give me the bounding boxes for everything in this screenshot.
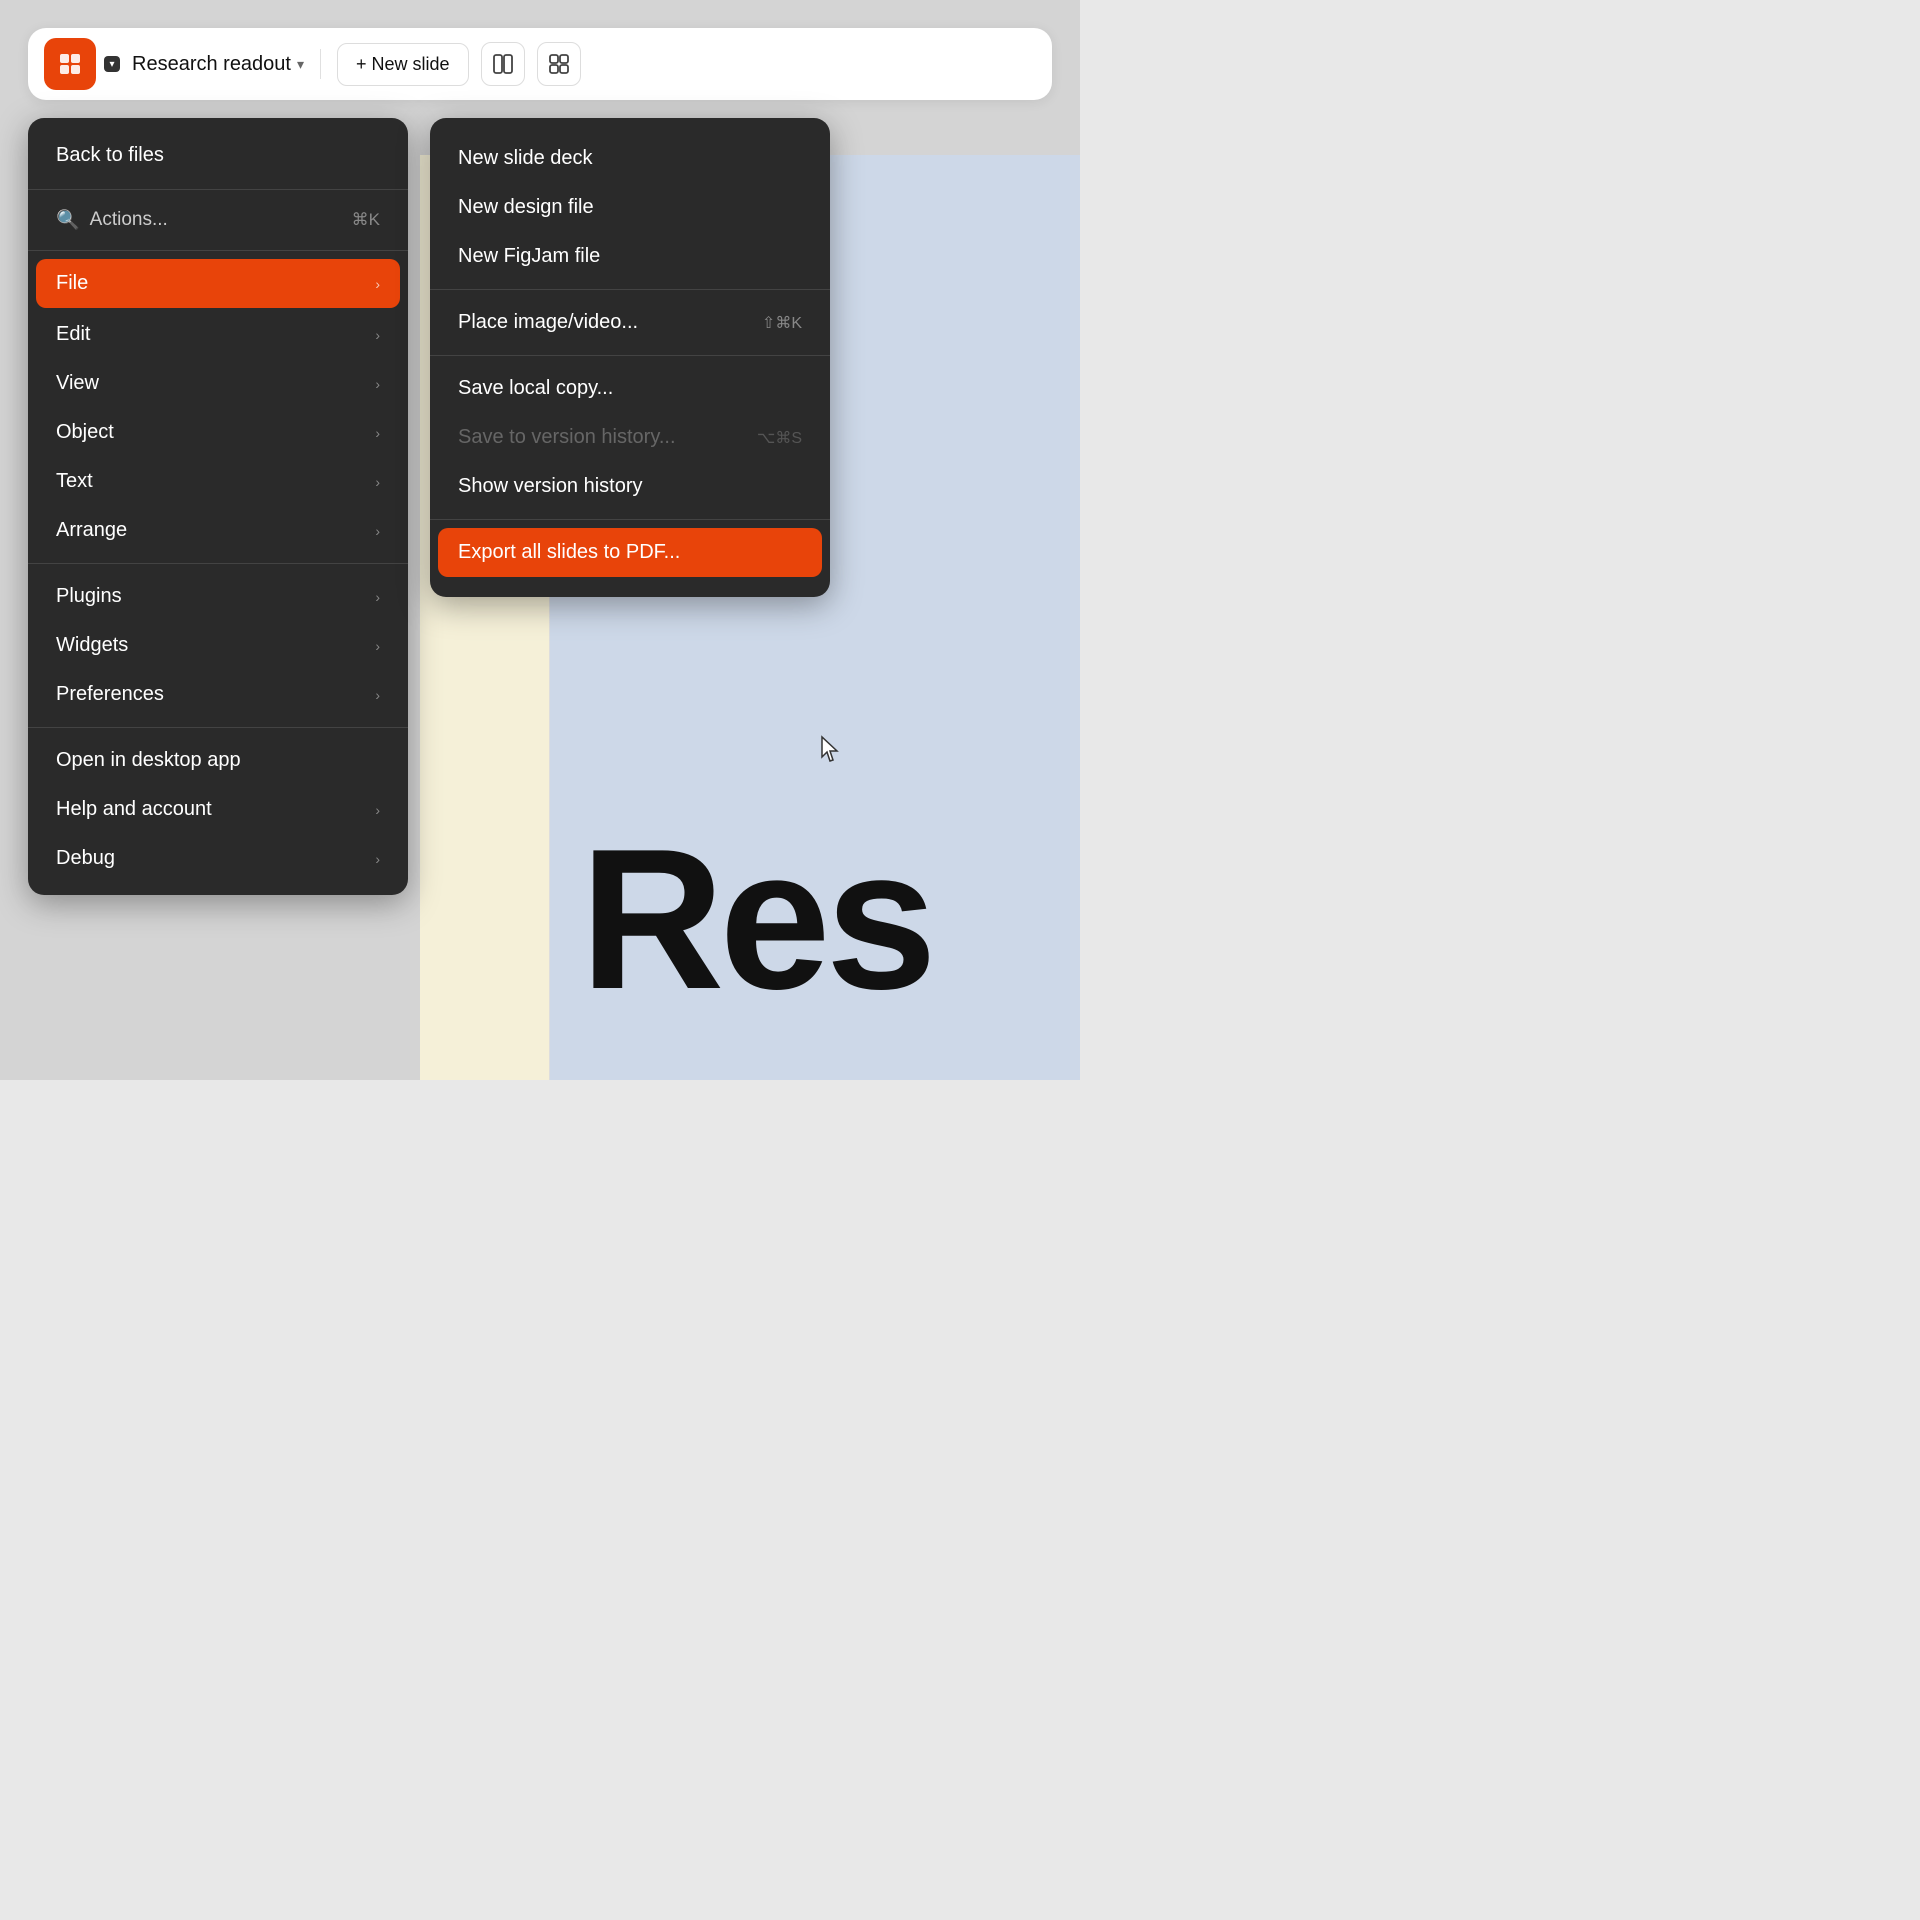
menu-item-edit-label: Edit	[56, 323, 90, 346]
menu-item-plugins-label: Plugins	[56, 585, 122, 608]
menu-item-arrange-label: Arrange	[56, 519, 127, 542]
menu-item-help-label: Help and account	[56, 798, 212, 821]
toolbar: Research readout ▾ + New slide	[28, 28, 1052, 100]
submenu-divider-3	[430, 519, 830, 520]
search-shortcut: ⌘K	[352, 210, 380, 230]
submenu-place-image-label: Place image/video...	[458, 311, 638, 334]
menu-item-help-chevron: ›	[375, 802, 380, 818]
submenu-new-slide-deck-label: New slide deck	[458, 147, 593, 170]
submenu-export-pdf-label: Export all slides to PDF...	[458, 541, 680, 564]
menu-item-view[interactable]: View ›	[28, 359, 408, 408]
menu-item-text-chevron: ›	[375, 474, 380, 490]
file-submenu: New slide deck New design file New FigJa…	[430, 118, 830, 597]
submenu-show-version-label: Show version history	[458, 475, 643, 498]
submenu-save-version: Save to version history... ⌥⌘S	[430, 413, 830, 462]
menu-item-view-chevron: ›	[375, 376, 380, 392]
submenu-new-design-file-label: New design file	[458, 196, 594, 219]
menu-item-preferences[interactable]: Preferences ›	[28, 670, 408, 719]
submenu-place-image[interactable]: Place image/video... ⇧⌘K	[430, 298, 830, 347]
menu-item-file-chevron: ›	[375, 276, 380, 292]
search-icon: 🔍	[56, 208, 80, 232]
menu-item-arrange[interactable]: Arrange ›	[28, 506, 408, 555]
menu-item-object-chevron: ›	[375, 425, 380, 441]
file-title-text: Research readout	[132, 53, 291, 76]
menu-item-help[interactable]: Help and account ›	[28, 785, 408, 834]
menu-item-edit-chevron: ›	[375, 327, 380, 343]
submenu-save-local-label: Save local copy...	[458, 377, 613, 400]
file-title[interactable]: Research readout ▾	[132, 53, 304, 76]
back-to-files-label: Back to files	[56, 144, 164, 167]
toolbar-divider	[320, 49, 321, 79]
submenu-new-figjam[interactable]: New FigJam file	[430, 232, 830, 281]
menu-item-debug-chevron: ›	[375, 851, 380, 867]
file-title-chevron-icon: ▾	[297, 56, 304, 73]
menu-item-preferences-label: Preferences	[56, 683, 164, 706]
menu-item-widgets-label: Widgets	[56, 634, 128, 657]
menu-item-file-label: File	[56, 272, 88, 295]
menu-item-object[interactable]: Object ›	[28, 408, 408, 457]
menu-divider-3	[28, 563, 408, 564]
submenu-place-image-shortcut: ⇧⌘K	[762, 313, 802, 333]
submenu-export-pdf[interactable]: Export all slides to PDF...	[438, 528, 822, 577]
submenu-save-version-shortcut: ⌥⌘S	[757, 428, 802, 448]
menu-item-view-label: View	[56, 372, 99, 395]
panel-layout-button[interactable]	[481, 42, 525, 86]
submenu-new-slide-deck[interactable]: New slide deck	[430, 134, 830, 183]
menu-item-desktop-label: Open in desktop app	[56, 749, 241, 772]
menu-divider-4	[28, 727, 408, 728]
menu-item-text[interactable]: Text ›	[28, 457, 408, 506]
submenu-new-figjam-label: New FigJam file	[458, 245, 600, 268]
menu-item-text-label: Text	[56, 470, 93, 493]
slide-big-text: Res	[580, 820, 932, 1020]
menu-item-preferences-chevron: ›	[375, 687, 380, 703]
submenu-divider-1	[430, 289, 830, 290]
menu-item-plugins[interactable]: Plugins ›	[28, 572, 408, 621]
menu-item-edit[interactable]: Edit ›	[28, 310, 408, 359]
figma-logo-button[interactable]	[44, 38, 96, 90]
menu-search-text: Actions...	[90, 209, 342, 231]
menu-item-plugins-chevron: ›	[375, 589, 380, 605]
logo-dropdown-button[interactable]	[104, 56, 120, 72]
menu-item-arrange-chevron: ›	[375, 523, 380, 539]
menu-search-row[interactable]: 🔍 Actions... ⌘K	[28, 198, 408, 242]
submenu-save-local[interactable]: Save local copy...	[430, 364, 830, 413]
menu-item-desktop[interactable]: Open in desktop app	[28, 736, 408, 785]
new-slide-button[interactable]: + New slide	[337, 43, 469, 86]
submenu-save-version-label: Save to version history...	[458, 426, 676, 449]
submenu-show-version[interactable]: Show version history	[430, 462, 830, 511]
menu-item-widgets-chevron: ›	[375, 638, 380, 654]
logo-group	[44, 38, 120, 90]
submenu-new-design-file[interactable]: New design file	[430, 183, 830, 232]
back-to-files-item[interactable]: Back to files	[28, 130, 408, 181]
submenu-divider-2	[430, 355, 830, 356]
menu-item-debug[interactable]: Debug ›	[28, 834, 408, 883]
menu-item-debug-label: Debug	[56, 847, 115, 870]
menu-item-file[interactable]: File ›	[36, 259, 400, 308]
main-menu: Back to files 🔍 Actions... ⌘K File › Edi…	[28, 118, 408, 895]
menu-item-widgets[interactable]: Widgets ›	[28, 621, 408, 670]
menu-divider-1	[28, 189, 408, 190]
grid-view-button[interactable]	[537, 42, 581, 86]
menu-item-object-label: Object	[56, 421, 114, 444]
menu-divider-2	[28, 250, 408, 251]
